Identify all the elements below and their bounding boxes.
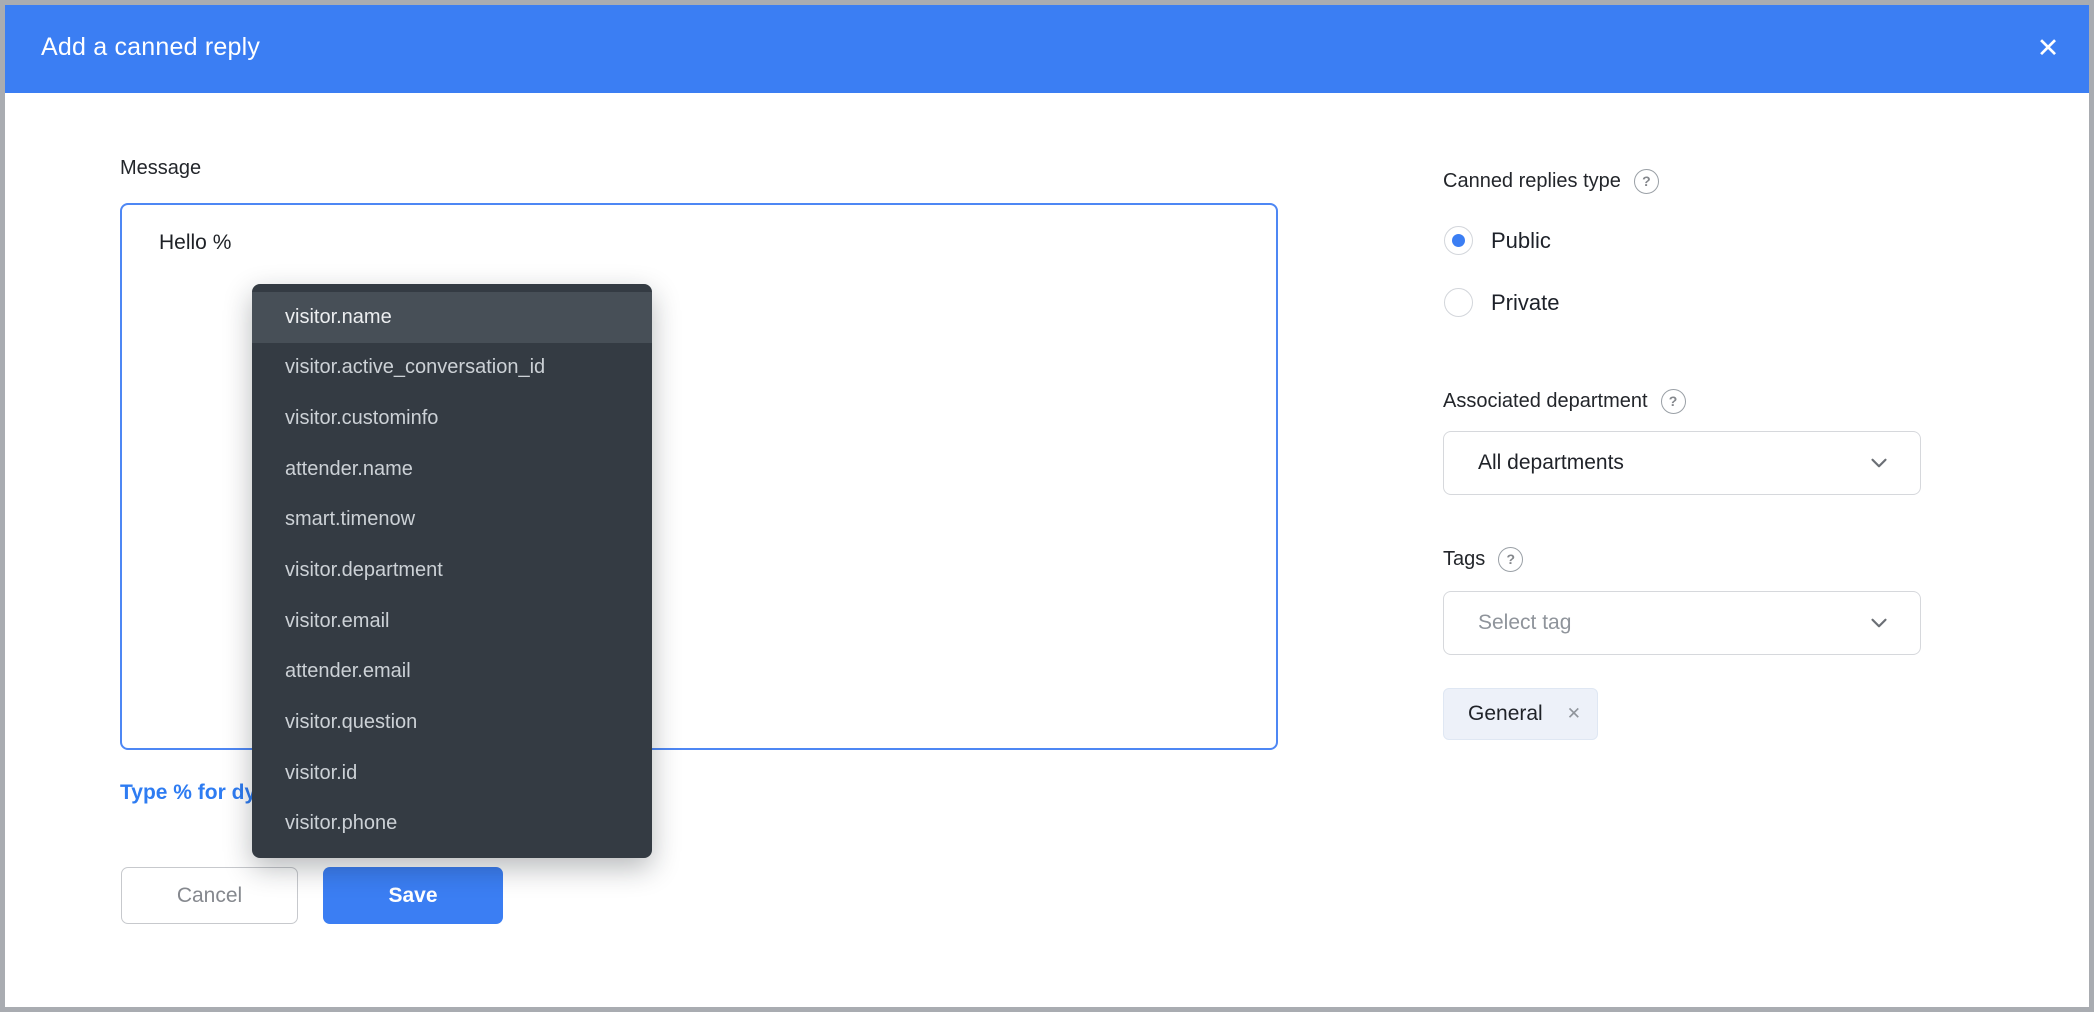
autocomplete-item[interactable]: visitor.id: [252, 748, 652, 799]
help-icon[interactable]: ?: [1633, 168, 1659, 194]
chevron-down-icon: [1871, 618, 1887, 628]
help-icon[interactable]: ?: [1660, 388, 1686, 414]
message-text: Hello %: [159, 231, 232, 254]
autocomplete-item[interactable]: smart.timenow: [252, 495, 652, 546]
autocomplete-item[interactable]: attender.email: [252, 646, 652, 697]
radio-dot: [1452, 234, 1465, 247]
autocomplete-item[interactable]: visitor.custominfo: [252, 393, 652, 444]
radio-public[interactable]: Public: [1444, 226, 1551, 255]
cancel-button[interactable]: Cancel: [121, 867, 298, 924]
autocomplete-item[interactable]: visitor.department: [252, 545, 652, 596]
radio-private[interactable]: Private: [1444, 288, 1559, 317]
save-button[interactable]: Save: [323, 867, 503, 924]
canned-replies-type-label: Canned replies type: [1443, 169, 1621, 192]
tags-label: Tags: [1443, 547, 1486, 570]
radio-circle: [1444, 226, 1473, 255]
tag-select-placeholder: Select tag: [1478, 611, 1572, 634]
associated-department-label: Associated department: [1443, 389, 1648, 412]
radio-label-private: Private: [1491, 289, 1560, 315]
tag-chip: General ✕: [1443, 688, 1598, 740]
autocomplete-item[interactable]: attender.name: [252, 444, 652, 495]
radio-label-public: Public: [1491, 227, 1551, 253]
chevron-down-icon: [1871, 458, 1887, 468]
tag-chip-label: General: [1468, 702, 1543, 725]
associated-department-label-row: Associated department ?: [1443, 388, 1686, 414]
autocomplete-item[interactable]: visitor.active_conversation_id: [252, 343, 652, 394]
autocomplete-item[interactable]: visitor.question: [252, 697, 652, 748]
message-label: Message: [120, 157, 202, 179]
remove-tag-icon[interactable]: ✕: [1567, 704, 1581, 724]
tag-select[interactable]: Select tag: [1443, 591, 1921, 655]
modal-header: Add a canned reply: [0, 0, 2094, 93]
canned-replies-type-label-row: Canned replies type ?: [1443, 168, 1659, 194]
close-button[interactable]: ✕: [2026, 26, 2070, 70]
autocomplete-dropdown: visitor.name visitor.active_conversation…: [252, 284, 652, 858]
department-select-value: All departments: [1478, 451, 1624, 474]
autocomplete-item[interactable]: visitor.name: [252, 292, 652, 343]
autocomplete-item[interactable]: visitor.phone: [252, 798, 652, 849]
close-icon: ✕: [2036, 32, 2060, 64]
radio-circle: [1444, 288, 1473, 317]
department-select[interactable]: All departments: [1443, 431, 1921, 495]
radio-dot: [1452, 296, 1465, 309]
tags-label-row: Tags ?: [1443, 546, 1524, 572]
modal-title: Add a canned reply: [41, 33, 261, 61]
autocomplete-item[interactable]: visitor.email: [252, 596, 652, 647]
help-icon[interactable]: ?: [1498, 546, 1524, 572]
